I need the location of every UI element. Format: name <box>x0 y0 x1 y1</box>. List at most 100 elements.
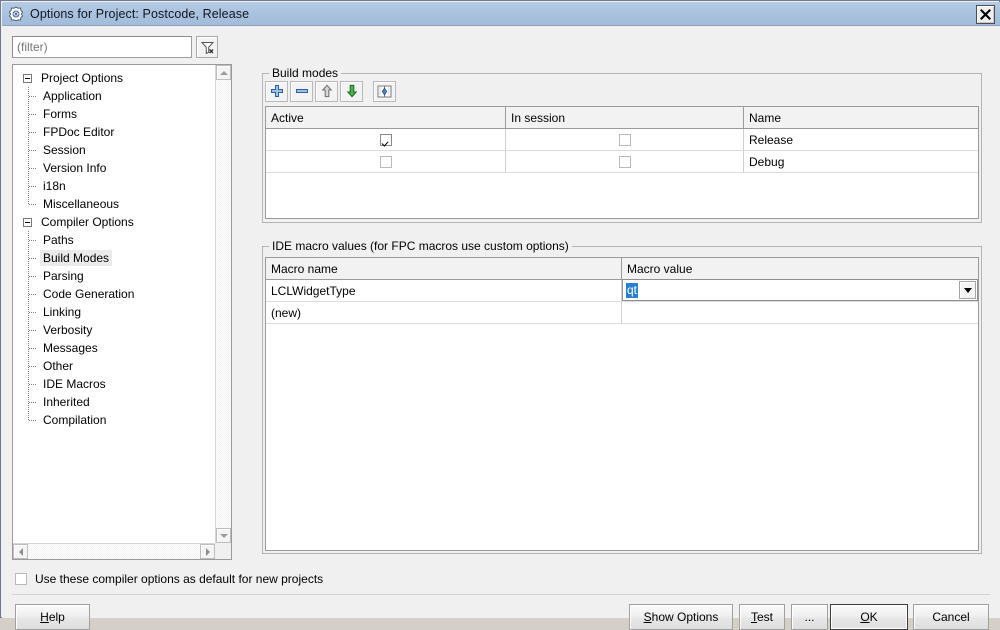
tree-item-label: Forms <box>43 107 77 121</box>
column-header-in-session: In session <box>506 107 744 128</box>
chevron-up-icon <box>219 70 228 75</box>
tree-branch-line <box>28 87 40 105</box>
build-modes-body: Release Debug <box>266 129 978 218</box>
tree-item-messages[interactable]: Messages <box>17 339 215 357</box>
macro-name-cell[interactable]: LCLWidgetType <box>266 280 622 301</box>
tree-item-miscellaneous[interactable]: Miscellaneous <box>17 195 215 213</box>
close-icon[interactable] <box>976 5 995 24</box>
ide-macros-grid[interactable]: Macro name Macro value LCLWidgetType qt (n… <box>265 257 979 551</box>
default-options-row[interactable]: Use these compiler options as default fo… <box>15 572 323 586</box>
build-mode-name-cell[interactable]: Release <box>744 129 978 150</box>
macro-name-cell[interactable]: (new) <box>266 302 622 323</box>
tree-item-label: IDE Macros <box>43 377 106 391</box>
tree-item-fpdoc-editor[interactable]: FPDoc Editor <box>17 123 215 141</box>
tree-item-verbosity[interactable]: Verbosity <box>17 321 215 339</box>
tree-branch-line <box>28 411 40 429</box>
macro-row[interactable]: LCLWidgetType qt <box>266 279 978 302</box>
scroll-right-button[interactable] <box>200 544 215 559</box>
tree-item-compilation[interactable]: Compilation <box>17 411 215 429</box>
tree-branch-line <box>28 105 40 123</box>
more-options-button-label: ... <box>804 610 815 624</box>
ok-button-label: OK <box>860 610 878 624</box>
cancel-button[interactable]: Cancel <box>913 604 989 630</box>
test-button[interactable]: Test <box>739 604 785 630</box>
filter-clear-icon[interactable] <box>196 36 218 58</box>
macro-value-cell[interactable]: qt <box>622 279 978 301</box>
tree-item-forms[interactable]: Forms <box>17 105 215 123</box>
show-options-button[interactable]: Show Options <box>629 604 733 630</box>
help-button[interactable]: Help <box>15 604 90 630</box>
tree-branch-line <box>28 375 40 393</box>
window-title: Options for Project: Postcode, Release <box>30 6 250 21</box>
diff-build-modes-button[interactable] <box>373 80 396 102</box>
tree-item-linking[interactable]: Linking <box>17 303 215 321</box>
in-session-checkbox[interactable] <box>618 133 631 146</box>
tree-item-compiler-options[interactable]: Compiler Options <box>17 213 215 231</box>
options-tree[interactable]: Project Options Application Forms FPDoc Edi… <box>12 64 232 560</box>
in-session-checkbox[interactable] <box>618 155 631 168</box>
tree-item-paths[interactable]: Paths <box>17 231 215 249</box>
tree-item-ide-macros[interactable]: IDE Macros <box>17 375 215 393</box>
tree-item-code-generation[interactable]: Code Generation <box>17 285 215 303</box>
scroll-up-button[interactable] <box>216 65 231 80</box>
build-mode-active-cell <box>266 151 506 172</box>
macros-header-row: Macro name Macro value <box>266 258 978 280</box>
tree-item-label: Compiler Options <box>41 215 134 229</box>
expander-collapse-icon[interactable] <box>23 217 32 227</box>
chevron-down-icon <box>963 287 972 293</box>
filter-input[interactable] <box>12 36 192 58</box>
scrollbar-corner <box>215 543 231 559</box>
tree-branch-line <box>28 339 40 357</box>
tree-item-other[interactable]: Other <box>17 357 215 375</box>
scroll-down-button[interactable] <box>216 528 231 543</box>
tree-item-label: Code Generation <box>43 287 135 301</box>
tree-branch-line <box>28 159 40 177</box>
add-build-mode-button[interactable] <box>265 80 288 102</box>
macro-value-combobox[interactable]: qt <box>622 279 978 301</box>
build-mode-name-cell[interactable]: Debug <box>744 151 978 172</box>
macro-row[interactable]: (new) <box>266 302 978 324</box>
scroll-left-button[interactable] <box>13 544 28 559</box>
build-mode-row[interactable]: Release <box>266 129 978 151</box>
tree-item-parsing[interactable]: Parsing <box>17 267 215 285</box>
title-bar: Options for Project: Postcode, Release <box>2 2 1000 26</box>
tree-item-application[interactable]: Application <box>17 87 215 105</box>
tree-item-label: Linking <box>43 305 82 319</box>
remove-build-mode-button[interactable] <box>290 80 313 102</box>
tree-item-inherited[interactable]: Inherited <box>17 393 215 411</box>
tree-item-label: Version Info <box>43 161 107 175</box>
column-header-macro-value: Macro value <box>622 258 978 279</box>
build-modes-grid[interactable]: Active In session Name Release Debug <box>265 106 979 219</box>
macros-body: LCLWidgetType qt (new) <box>266 279 978 550</box>
tree-item-label: i18n <box>43 179 66 193</box>
tree-vertical-scrollbar[interactable] <box>215 65 231 543</box>
tree-item-label: Paths <box>43 233 74 247</box>
tree-branch-line <box>28 195 40 213</box>
tree-item-project-options[interactable]: Project Options <box>17 69 215 87</box>
chevron-left-icon <box>18 547 23 556</box>
tree-branch-line <box>28 321 40 339</box>
build-mode-in-session-cell <box>506 129 744 150</box>
macro-value-cell[interactable] <box>622 302 978 323</box>
move-up-button[interactable] <box>315 80 338 102</box>
tree-branch-line <box>28 123 40 141</box>
tree-item-session[interactable]: Session <box>17 141 215 159</box>
active-checkbox[interactable] <box>379 155 392 168</box>
tree-item-label: Verbosity <box>43 323 93 337</box>
tree-branch-line <box>28 357 40 375</box>
move-down-button[interactable] <box>340 80 363 102</box>
tree-item-version-info[interactable]: Version Info <box>17 159 215 177</box>
use-as-default-checkbox[interactable] <box>15 573 27 585</box>
tree-item-label: Parsing <box>43 269 84 283</box>
ok-button[interactable]: OK <box>830 604 908 630</box>
more-options-button[interactable]: ... <box>791 604 828 630</box>
tree-item-build-modes[interactable]: Build Modes <box>17 249 215 267</box>
build-mode-row[interactable]: Debug <box>266 151 978 173</box>
tree-horizontal-scrollbar[interactable] <box>13 543 215 559</box>
macro-value-text: qt <box>626 282 639 298</box>
active-checkbox[interactable] <box>379 133 392 146</box>
tree-item-i18n[interactable]: i18n <box>17 177 215 195</box>
filter-row <box>12 36 218 58</box>
expander-collapse-icon[interactable] <box>23 73 32 83</box>
macro-value-dropdown-button[interactable] <box>959 281 976 299</box>
